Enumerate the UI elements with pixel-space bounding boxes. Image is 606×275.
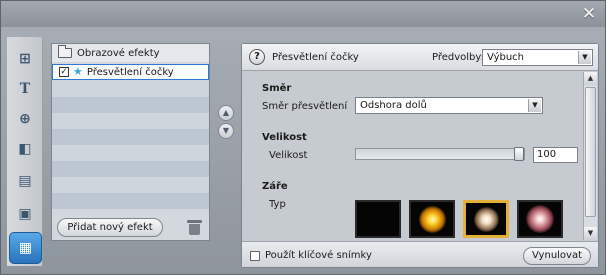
glow-section-title: Záře — [262, 181, 288, 192]
audio-tool-icon[interactable]: ⊕ — [11, 105, 39, 133]
trash-icon[interactable] — [187, 220, 202, 235]
effect-editor-panel: ? Přesvětlení čočky Předvolby: Výbuch ▼ … — [241, 43, 599, 268]
chevron-down-icon[interactable]: ▼ — [578, 51, 591, 64]
trash-lid — [187, 220, 202, 223]
presets-value: Výbuch — [487, 52, 525, 63]
effect-list-panel: Obrazové efekty ✓ ★ Přesvětlení čočky — [51, 43, 210, 241]
effect-item-label: Přesvětlení čočky — [86, 66, 174, 78]
title-bar: ✕ — [1, 1, 605, 27]
help-icon[interactable]: ? — [249, 49, 265, 65]
empty-list-row — [52, 193, 209, 209]
effects-window: ✕ ⊞ T ⊕ ◧ ▤ ▣ ▦ Obrazové efekty ✓ ★ Přes… — [0, 0, 606, 275]
move-down-button[interactable]: ▼ — [218, 123, 234, 139]
glow-type-none-thumbnail[interactable] — [355, 200, 401, 238]
effects-tool-icon[interactable]: ▦ — [9, 232, 42, 264]
size-slider[interactable] — [355, 147, 525, 161]
direction-section-title: Směr — [262, 83, 292, 94]
empty-list-row — [52, 177, 209, 193]
star-icon: ★ — [73, 65, 83, 78]
keyframes-checkbox[interactable] — [250, 251, 260, 261]
chevron-down-icon[interactable]: ▼ — [528, 99, 541, 112]
trash-can — [189, 224, 200, 235]
effect-list-item[interactable]: ✓ ★ Přesvětlení čočky — [52, 64, 209, 80]
presets-label: Předvolby: — [432, 52, 484, 63]
glow-type-white-thumbnail[interactable] — [463, 200, 509, 238]
effect-category-row[interactable]: Obrazové efekty — [52, 44, 209, 62]
effect-enabled-checkbox[interactable]: ✓ — [59, 67, 69, 77]
video-effects-tool-icon[interactable]: ⊞ — [11, 45, 39, 73]
empty-list-row — [52, 81, 209, 97]
reset-button[interactable]: Vynulovat — [523, 247, 591, 265]
add-effect-button[interactable]: Přidat nový efekt — [57, 218, 163, 237]
size-input[interactable]: 100 — [533, 147, 578, 163]
editor-scrollbar[interactable]: ▲ ▼ — [583, 72, 597, 240]
editor-footer: Použít klíčové snímky Vynulovat — [242, 241, 598, 267]
size-section-title: Velikost — [262, 132, 307, 143]
close-button[interactable]: ✕ — [579, 5, 599, 23]
glow-effect — [419, 206, 446, 233]
direction-dropdown[interactable]: Odshora dolů ▼ — [355, 97, 543, 114]
clapper-tool-icon[interactable]: ▤ — [11, 167, 39, 195]
keyframes-label: Použít klíčové snímky — [265, 250, 372, 261]
effect-title: Přesvětlení čočky — [272, 52, 359, 63]
direction-value: Odshora dolů — [360, 100, 427, 111]
empty-list-row — [52, 145, 209, 161]
empty-list-row — [52, 129, 209, 145]
empty-list-row — [52, 97, 209, 113]
effect-category-label: Obrazové efekty — [77, 47, 160, 59]
direction-label: Směr přesvětlení — [262, 101, 348, 112]
glow-effect — [474, 207, 499, 232]
scroll-up-arrow[interactable]: ▲ — [584, 72, 597, 85]
tool-strip: ⊞ T ⊕ ◧ ▤ ▣ ▦ — [7, 37, 43, 266]
scroll-thumb[interactable] — [585, 87, 596, 217]
slider-thumb[interactable] — [514, 147, 524, 161]
presets-dropdown[interactable]: Výbuch ▼ — [482, 49, 593, 66]
glow-effect — [526, 205, 554, 233]
size-label: Velikost — [269, 150, 308, 161]
editor-header: ? Přesvětlení čočky Předvolby: Výbuch ▼ — [242, 44, 598, 71]
folder-icon — [58, 45, 72, 58]
camera-tool-icon[interactable]: ◧ — [11, 135, 39, 163]
empty-list-row — [52, 161, 209, 177]
glow-type-gallery — [355, 200, 575, 238]
type-label: Typ — [269, 199, 286, 210]
glow-type-pink-thumbnail[interactable] — [517, 200, 563, 238]
scroll-down-arrow[interactable]: ▼ — [584, 227, 597, 240]
move-up-button[interactable]: ▲ — [218, 105, 234, 121]
title-tool-icon[interactable]: T — [11, 75, 39, 103]
frame-tool-icon[interactable]: ▣ — [11, 200, 39, 228]
glow-type-gold-thumbnail[interactable] — [409, 200, 455, 238]
empty-list-row — [52, 113, 209, 129]
